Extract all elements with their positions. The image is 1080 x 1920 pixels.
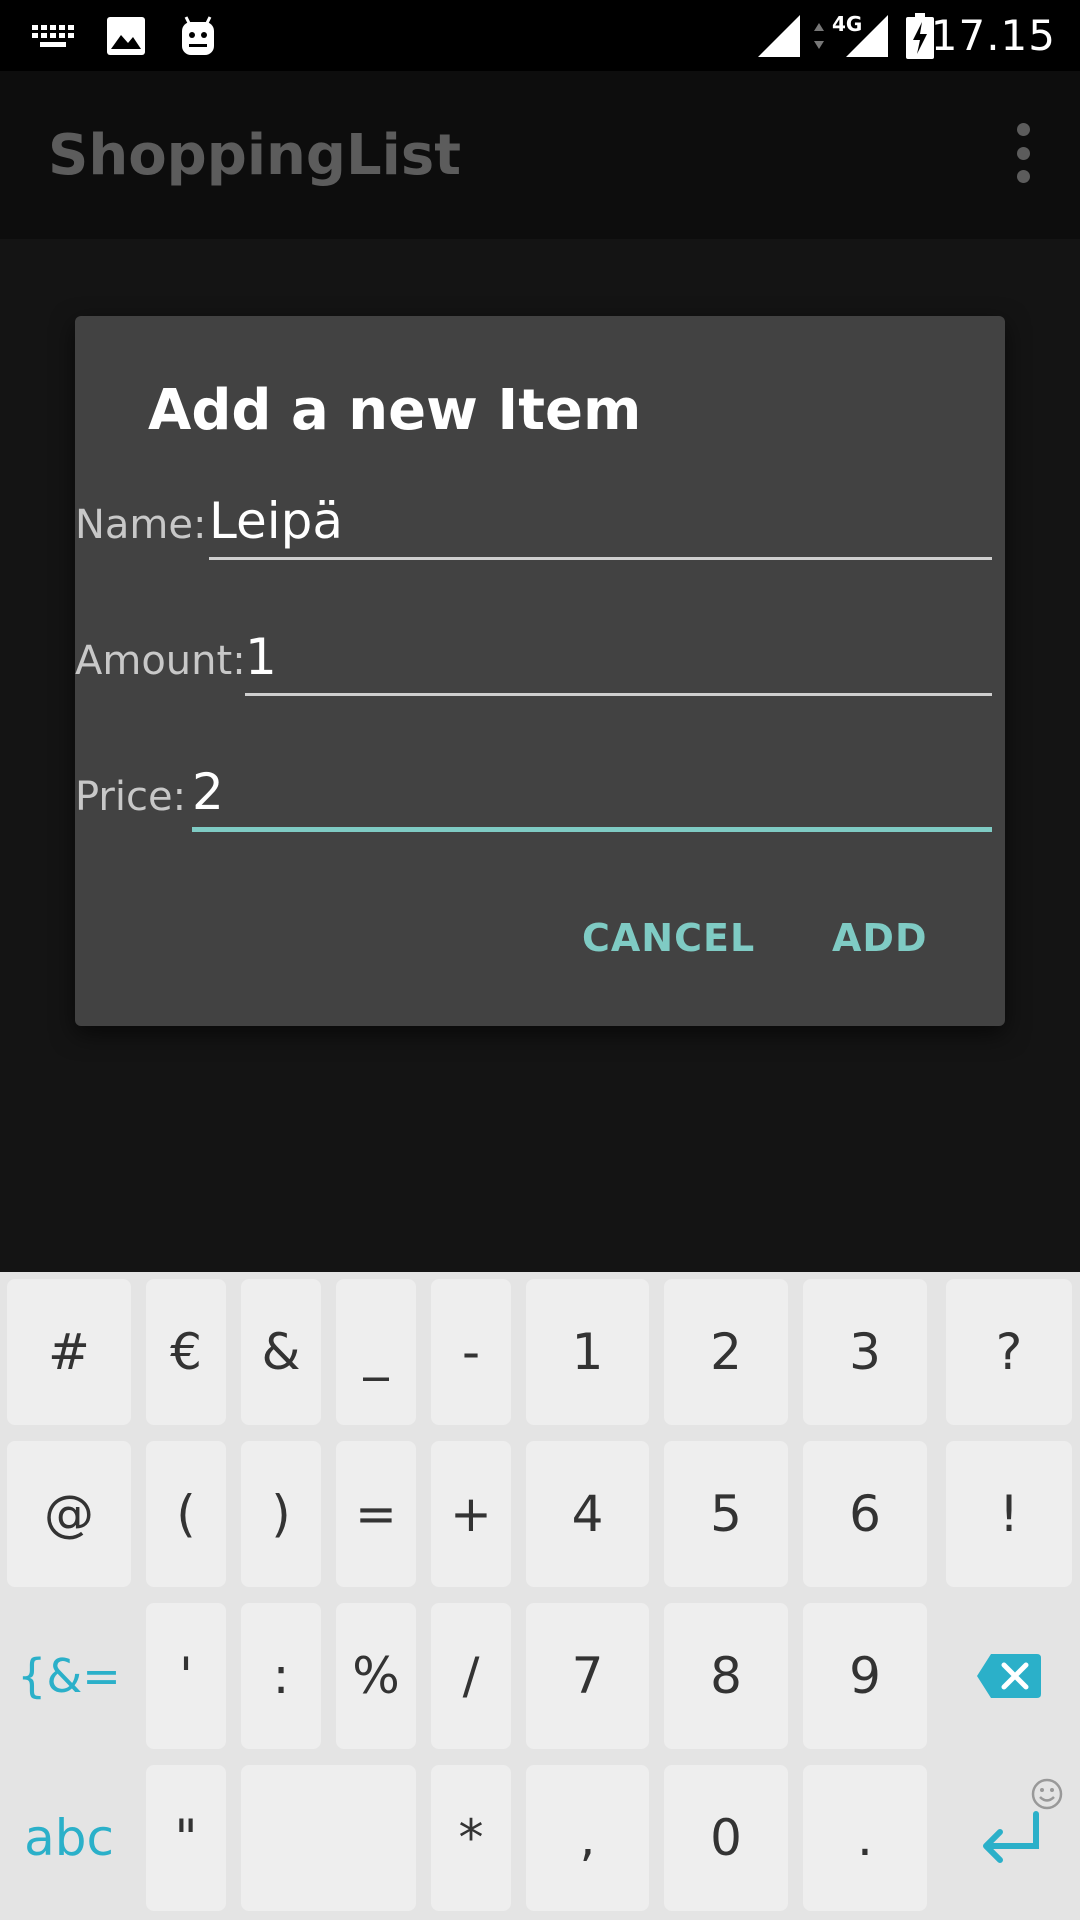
key-plus[interactable]: + bbox=[431, 1441, 511, 1587]
data-arrows-icon bbox=[812, 0, 826, 71]
key-percent[interactable]: % bbox=[336, 1603, 416, 1749]
key-5[interactable]: 5 bbox=[664, 1441, 788, 1587]
enter-icon[interactable] bbox=[946, 1765, 1072, 1911]
add-item-dialog: Add a new Item Name: Amount: Price: CANC… bbox=[75, 316, 1005, 1026]
key-underscore[interactable]: _ bbox=[336, 1279, 416, 1425]
app-bar: ShoppingList bbox=[0, 71, 1080, 239]
app-title: ShoppingList bbox=[48, 122, 461, 188]
add-button[interactable]: ADD bbox=[832, 916, 928, 960]
key-exclamation[interactable]: ! bbox=[946, 1441, 1072, 1587]
key-ampersand[interactable]: & bbox=[241, 1279, 321, 1425]
key-left-paren[interactable]: ( bbox=[146, 1441, 226, 1587]
key-question[interactable]: ? bbox=[946, 1279, 1072, 1425]
price-field[interactable] bbox=[192, 756, 992, 832]
key-asterisk[interactable]: * bbox=[431, 1765, 511, 1911]
key-8[interactable]: 8 bbox=[664, 1603, 788, 1749]
keyboard-icon bbox=[32, 0, 74, 71]
android-icon bbox=[178, 0, 218, 71]
key-right-paren[interactable]: ) bbox=[241, 1441, 321, 1587]
key-3[interactable]: 3 bbox=[803, 1279, 927, 1425]
key-colon[interactable]: : bbox=[241, 1603, 321, 1749]
backspace-icon[interactable] bbox=[946, 1603, 1072, 1749]
key-2[interactable]: 2 bbox=[664, 1279, 788, 1425]
status-time: 17.15 bbox=[930, 11, 1056, 60]
key-apostrophe[interactable]: ' bbox=[146, 1603, 226, 1749]
cancel-button[interactable]: CANCEL bbox=[582, 916, 755, 960]
dialog-title: Add a new Item bbox=[148, 378, 642, 443]
key-double-quote[interactable]: " bbox=[146, 1765, 226, 1911]
key-period[interactable]: . bbox=[803, 1765, 927, 1911]
space-key[interactable] bbox=[241, 1765, 416, 1911]
price-label: Price: bbox=[75, 774, 187, 820]
key-6[interactable]: 6 bbox=[803, 1441, 927, 1587]
abc-key[interactable]: abc bbox=[7, 1765, 131, 1911]
key-9[interactable]: 9 bbox=[803, 1603, 927, 1749]
key-1[interactable]: 1 bbox=[526, 1279, 649, 1425]
key-equals[interactable]: = bbox=[336, 1441, 416, 1587]
key-comma[interactable]: , bbox=[526, 1765, 649, 1911]
key-0[interactable]: 0 bbox=[664, 1765, 788, 1911]
key-7[interactable]: 7 bbox=[526, 1603, 649, 1749]
key-slash[interactable]: / bbox=[431, 1603, 511, 1749]
image-icon bbox=[106, 0, 146, 71]
signal-icon bbox=[758, 0, 800, 71]
amount-label: Amount: bbox=[75, 638, 246, 684]
overflow-menu-icon[interactable] bbox=[996, 123, 1050, 183]
symbol-keyboard: # € & _ - 1 2 3 ? @ ( ) = + 4 5 6 ! {&= … bbox=[0, 1272, 1080, 1920]
key-at[interactable]: @ bbox=[7, 1441, 131, 1587]
name-field[interactable] bbox=[209, 484, 992, 560]
symbols-more-key[interactable]: {&= bbox=[7, 1603, 131, 1749]
name-label: Name: bbox=[75, 502, 207, 548]
key-4[interactable]: 4 bbox=[526, 1441, 649, 1587]
key-euro[interactable]: € bbox=[146, 1279, 226, 1425]
amount-field[interactable] bbox=[245, 620, 992, 696]
key-hyphen[interactable]: - bbox=[431, 1279, 511, 1425]
status-bar: 4G 17.15 bbox=[0, 0, 1080, 71]
key-hash[interactable]: # bbox=[7, 1279, 131, 1425]
signal-icon-2 bbox=[846, 0, 888, 71]
